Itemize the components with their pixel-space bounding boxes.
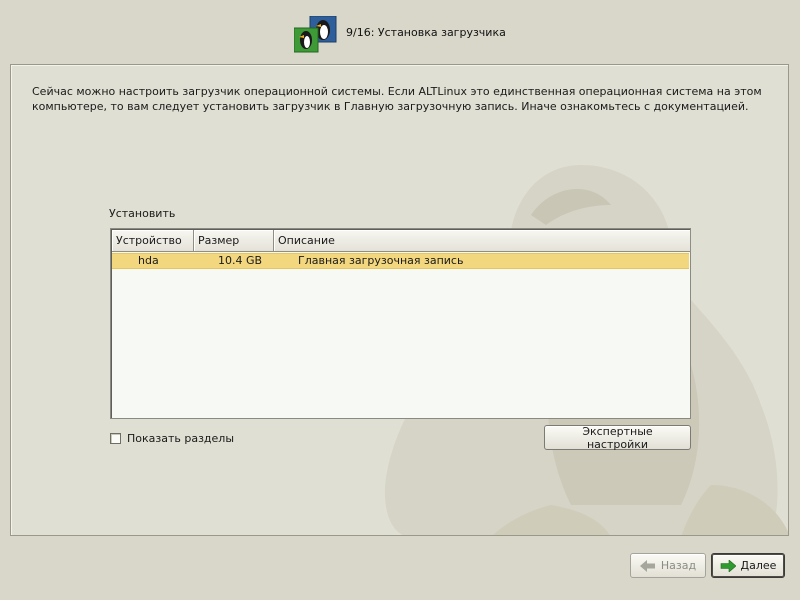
cell-size: 10.4 GB — [218, 254, 263, 267]
cell-device: hda — [138, 254, 159, 267]
next-button-label: Далее — [740, 559, 777, 572]
table-row[interactable]: hda 10.4 GB Главная загрузочная запись — [112, 253, 689, 269]
expert-settings-button[interactable]: Экспертные настройки — [544, 425, 691, 451]
alt-penguin-logo-icon — [294, 16, 337, 53]
intro-text: Сейчас можно настроить загрузчик операци… — [32, 85, 762, 113]
next-button[interactable]: Далее — [711, 553, 785, 578]
install-label: Установить — [109, 207, 176, 220]
show-partitions-checkbox[interactable]: Показать разделы — [110, 430, 234, 446]
column-header-device[interactable]: Устройство — [112, 230, 194, 252]
checkbox-box[interactable] — [110, 432, 121, 444]
cell-description: Главная загрузочная запись — [298, 254, 464, 267]
column-header-size[interactable]: Размер — [194, 230, 274, 252]
show-partitions-label: Показать разделы — [127, 431, 235, 445]
header: 9/16: Установка загрузчика — [0, 0, 800, 62]
main-panel: Сейчас можно настроить загрузчик операци… — [10, 64, 789, 536]
back-button-label: Назад — [660, 559, 697, 572]
arrow-left-icon — [639, 559, 655, 572]
table-header: Устройство Размер Описание — [112, 230, 691, 252]
back-button[interactable]: Назад — [630, 553, 706, 578]
step-title: 9/16: Установка загрузчика — [346, 26, 506, 39]
column-header-description[interactable]: Описание — [274, 230, 691, 252]
arrow-right-icon — [720, 559, 736, 572]
install-target-table: Устройство Размер Описание hda 10.4 GB Г… — [110, 228, 691, 419]
